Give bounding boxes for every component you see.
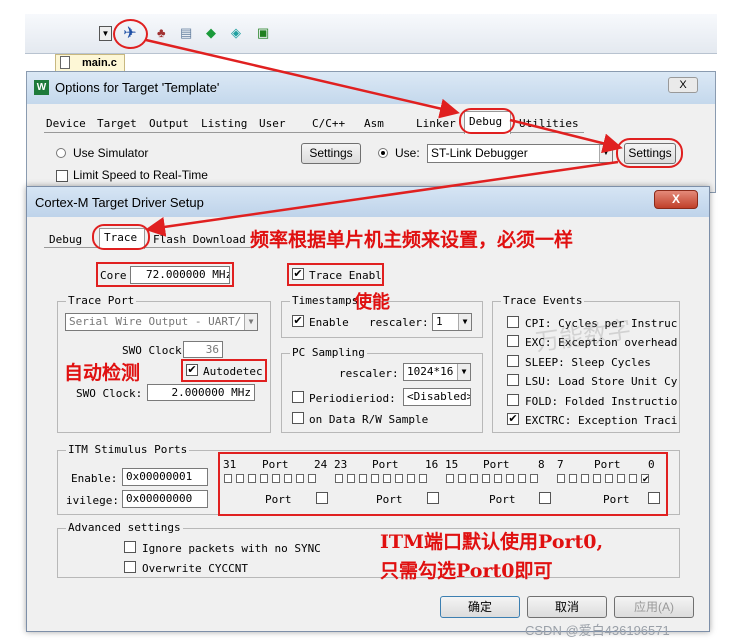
watermark: CSDN @爱白436196571 [525, 623, 670, 638]
annotation-itm-2: 只需勾选Port0即可 [380, 560, 553, 582]
annotation-frequency: 频率根据单片机主频来设置，必须一样 [250, 229, 574, 251]
arrow-to-debug [145, 38, 460, 119]
arrow-to-settings [509, 118, 623, 154]
annotation-enable: 使能 [354, 292, 390, 313]
annotation-autodetect: 自动检测 [64, 362, 141, 384]
annotation-arrows [145, 38, 623, 237]
annotation-itm-1: ITM端口默认使用Port0, [380, 531, 604, 553]
screenshot: ▼ ✈ ♣ ▤ ◆ ◈ ▣ main.c W Options for Targe… [0, 0, 748, 644]
arrow-to-trace [145, 160, 619, 237]
